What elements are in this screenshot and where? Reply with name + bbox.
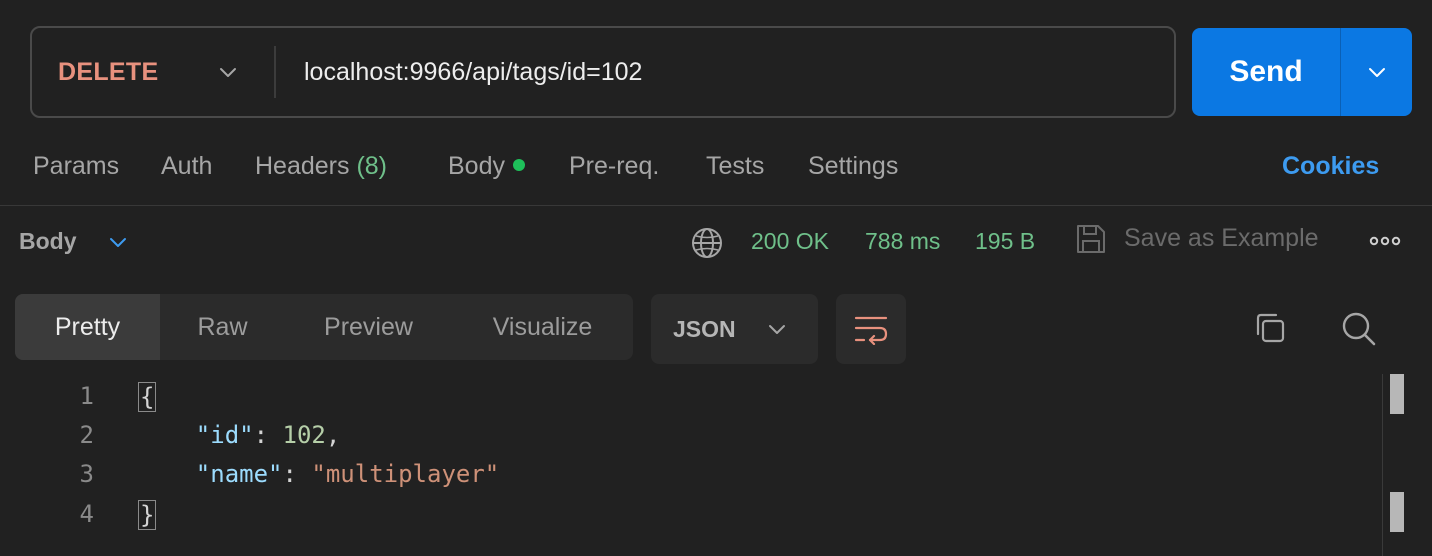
tab-pre-request[interactable]: Pre-req. [569, 152, 659, 181]
response-view-tabs: Pretty Raw Preview Visualize [15, 294, 633, 360]
copy-icon[interactable] [1252, 310, 1288, 346]
send-options-button[interactable] [1340, 28, 1412, 116]
tab-settings[interactable]: Settings [808, 152, 898, 181]
request-url-bar: DELETE localhost:9966/api/tags/id=102 [30, 26, 1176, 118]
tab-pretty[interactable]: Pretty [15, 294, 160, 360]
tab-label: Headers [255, 152, 350, 180]
code-line: 3 "name": "multiplayer" [0, 454, 1380, 494]
scrollbar-marker-top [1390, 374, 1404, 414]
globe-icon[interactable] [690, 226, 724, 260]
line-number: 2 [79, 421, 94, 449]
tab-label: Body [448, 152, 505, 180]
method-label: DELETE [58, 57, 159, 86]
code-text: } [138, 500, 157, 530]
response-status[interactable]: 200 OK [751, 228, 829, 255]
request-tabs: Params Auth Headers (8) Body Pre-req. Te… [0, 130, 1432, 206]
line-number: 4 [79, 500, 94, 528]
save-icon [1077, 225, 1105, 253]
view-tab-label: Raw [197, 312, 248, 341]
wrap-lines-button[interactable] [836, 294, 906, 364]
line-number: 1 [79, 382, 94, 410]
headers-count: (8) [356, 152, 388, 180]
tab-label: Auth [161, 152, 213, 180]
code-text: { [138, 382, 157, 412]
url-divider [274, 46, 276, 98]
json-key: "name" [195, 460, 283, 488]
tab-visualize[interactable]: Visualize [452, 294, 633, 360]
tab-label: Tests [706, 152, 765, 180]
close-brace: } [138, 500, 157, 530]
json-value: 102 [282, 421, 326, 449]
response-section-label[interactable]: Body [19, 228, 77, 255]
tab-auth[interactable]: Auth [161, 152, 212, 181]
url-text: localhost:9966/api/tags/id=102 [304, 57, 643, 86]
scrollbar-marker-bottom [1390, 492, 1404, 532]
line-number: 3 [79, 460, 94, 488]
tab-preview[interactable]: Preview [285, 294, 452, 360]
wrap-lines-icon [854, 316, 888, 345]
chevron-down-icon [1368, 68, 1385, 77]
response-size[interactable]: 195 B [975, 228, 1035, 255]
search-icon[interactable] [1340, 310, 1378, 348]
tab-params[interactable]: Params [33, 152, 119, 181]
view-tab-label: Preview [324, 312, 413, 341]
save-as-example-button[interactable]: Save as Example [1124, 224, 1319, 253]
tab-headers[interactable]: Headers (8) [255, 152, 387, 181]
view-tab-label: Pretty [54, 312, 121, 341]
format-select[interactable]: JSON [651, 294, 818, 364]
code-text: "id": 102, [195, 421, 341, 449]
tab-tests[interactable]: Tests [706, 152, 764, 181]
tab-label: Settings [808, 152, 899, 180]
chevron-down-icon[interactable] [216, 60, 240, 84]
cookies-link[interactable]: Cookies [1282, 152, 1379, 181]
json-key: "id" [195, 421, 254, 449]
code-line: 4 } [0, 494, 1380, 534]
vertical-scrollbar[interactable] [1382, 374, 1383, 556]
send-button[interactable]: Send [1192, 28, 1340, 116]
tab-raw[interactable]: Raw [160, 294, 285, 360]
chevron-down-icon [769, 325, 785, 334]
code-line: 2 "id": 102, [0, 415, 1380, 455]
json-value: "multiplayer" [311, 460, 500, 488]
chevron-down-icon[interactable] [106, 230, 130, 254]
tab-label: Params [33, 152, 120, 180]
json-trailing: , [325, 421, 341, 449]
tab-body[interactable]: Body [448, 152, 525, 181]
open-brace: { [138, 382, 157, 412]
response-time[interactable]: 788 ms [865, 228, 940, 255]
method-select[interactable]: DELETE [58, 28, 158, 116]
send-label: Send [1229, 55, 1303, 88]
code-text: "name": "multiplayer" [195, 460, 500, 488]
more-horizontal-icon[interactable] [1368, 232, 1402, 250]
response-body-code[interactable]: 1 { 2 "id": 102, 3 "name": "multiplayer"… [0, 372, 1380, 556]
url-input[interactable]: localhost:9966/api/tags/id=102 [304, 28, 642, 116]
tab-label: Pre-req. [569, 152, 660, 180]
view-tab-label: Visualize [492, 312, 593, 341]
format-label: JSON [673, 315, 736, 342]
body-indicator-dot [512, 159, 525, 171]
code-line: 1 { [0, 376, 1380, 416]
